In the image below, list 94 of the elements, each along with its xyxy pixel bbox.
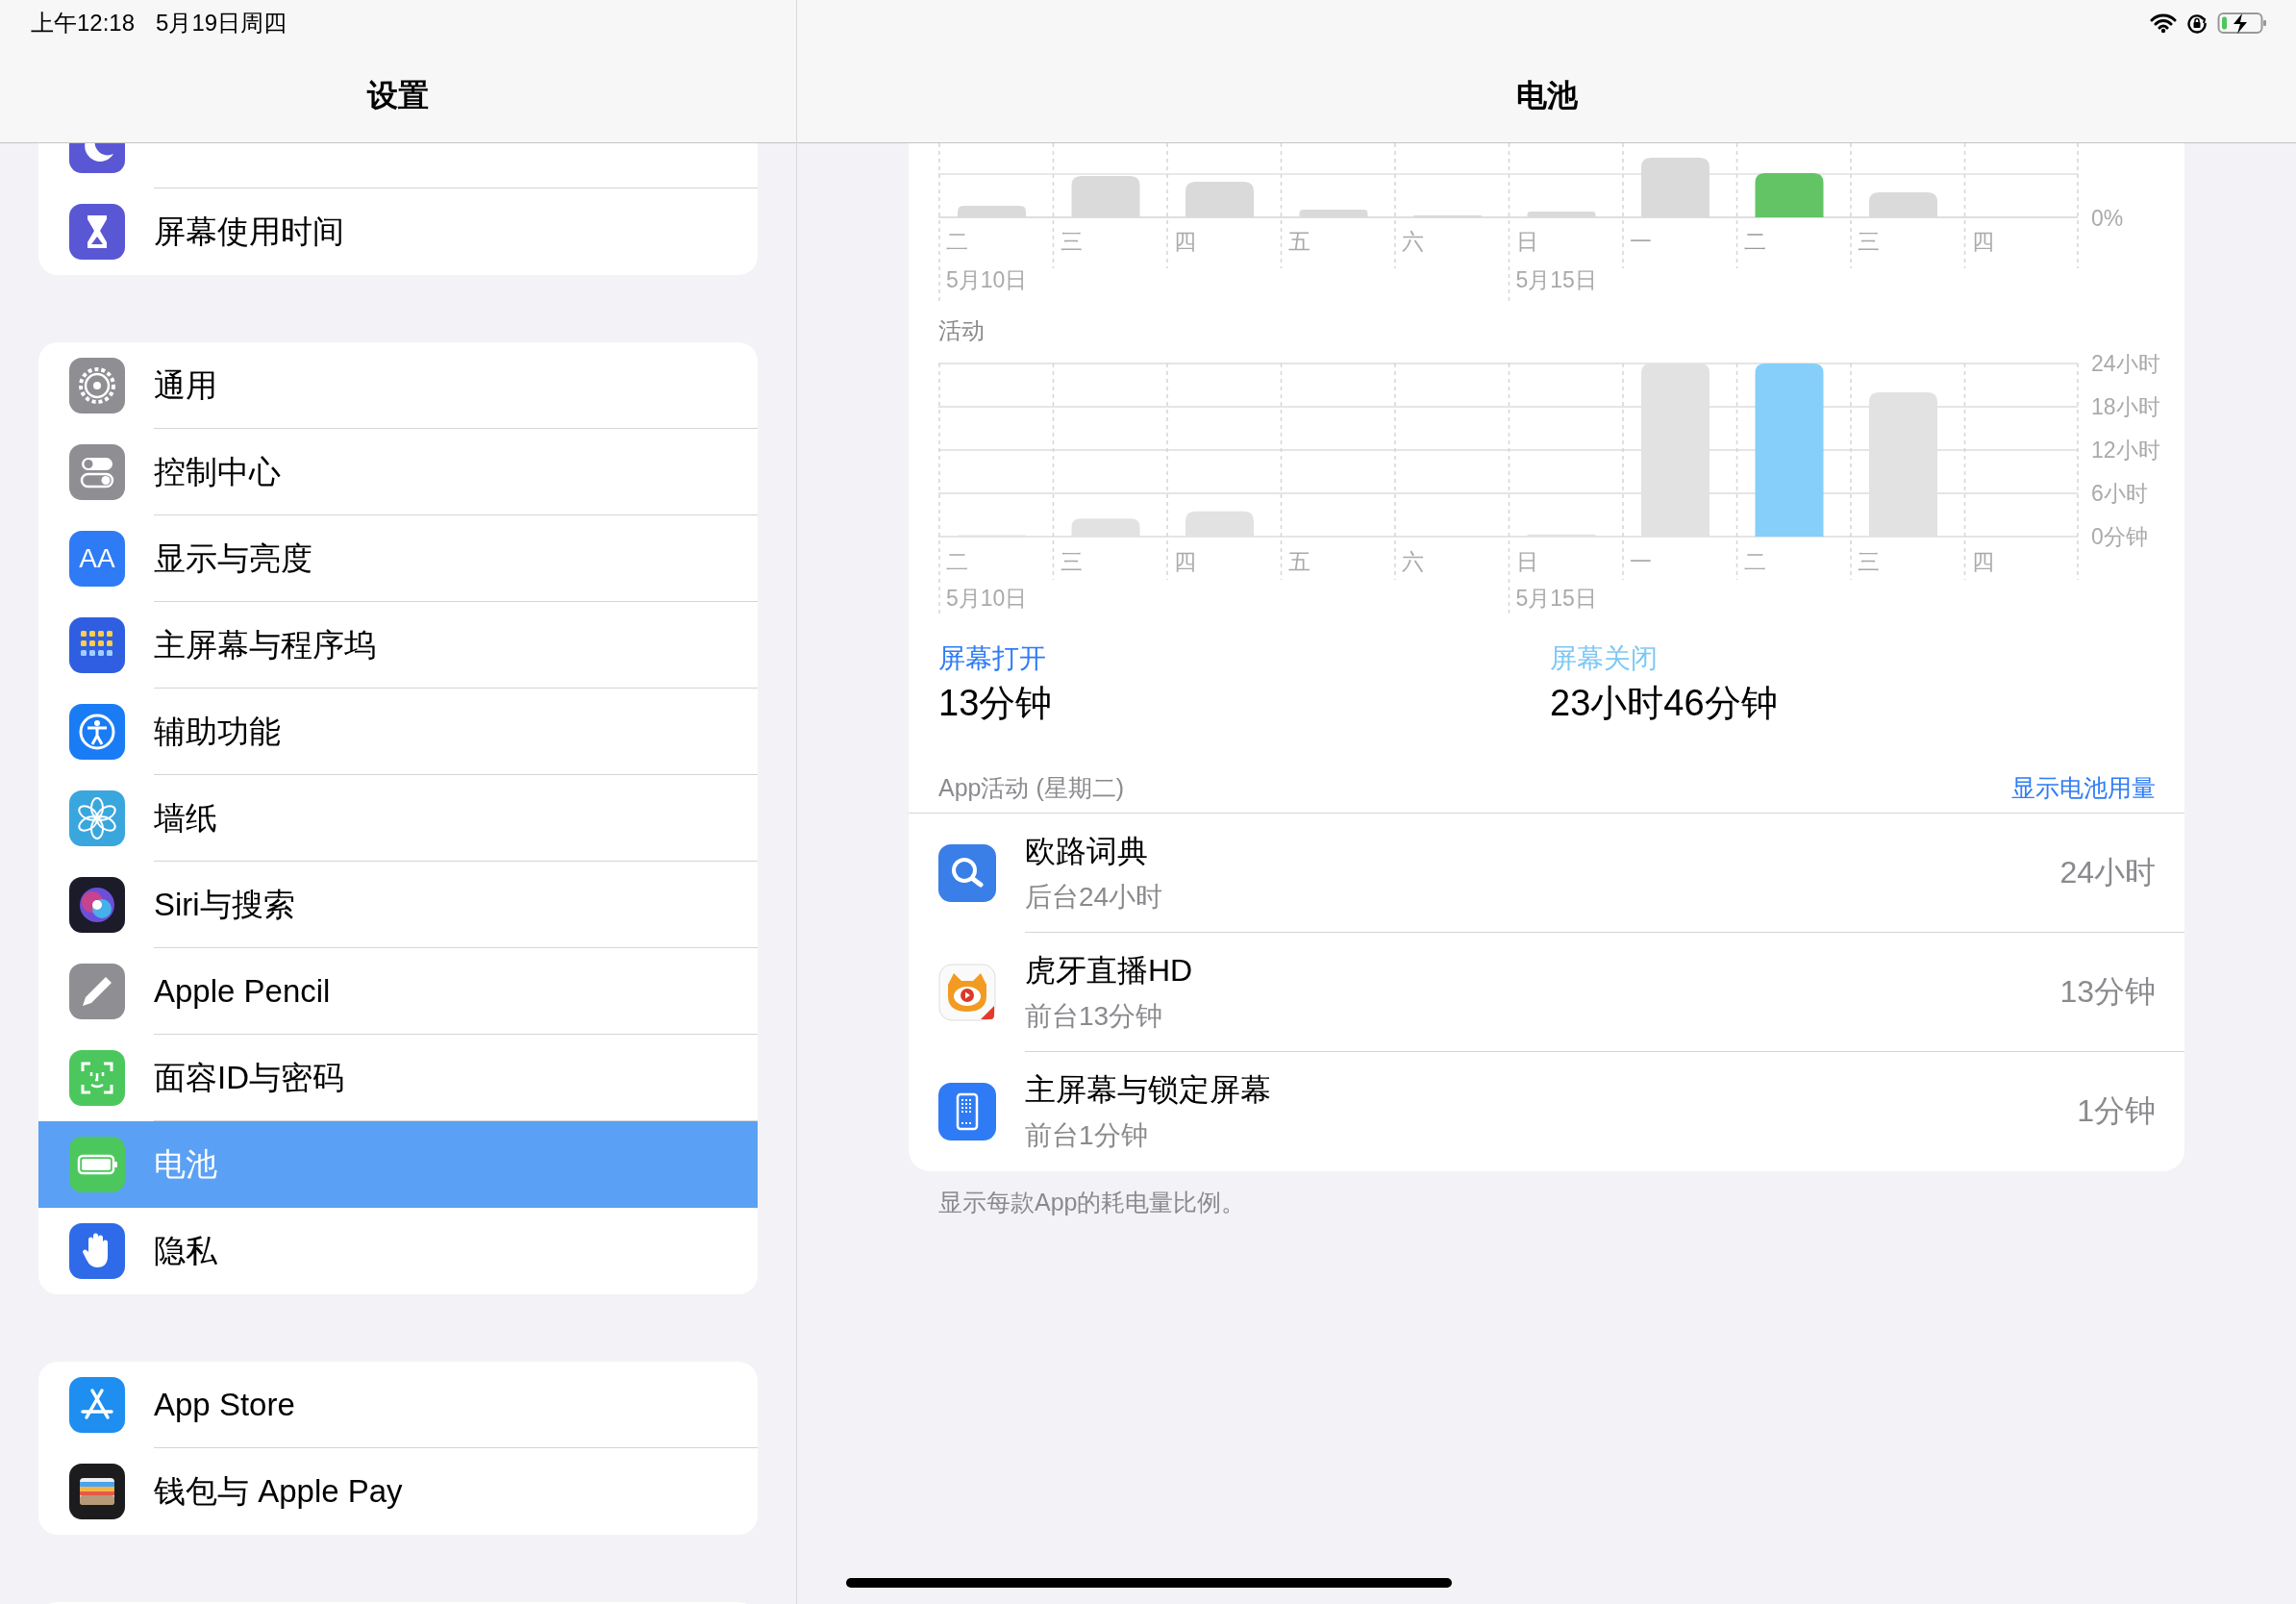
settings-item[interactable]: AA 显示与亮度 (38, 515, 758, 602)
rotation-lock-icon (2186, 13, 2208, 34)
app-usage-detail: 后台24小时 (1025, 880, 1163, 914)
settings-item-label: 电池 (154, 1145, 218, 1184)
tiger-icon (938, 964, 996, 1021)
settings-item[interactable]: 屏幕使用时间 (38, 188, 758, 275)
settings-item[interactable]: 钱包与 Apple Pay (38, 1448, 758, 1535)
section-header: App活动 (星期二) (938, 772, 1125, 803)
flower-icon (69, 790, 125, 846)
app-usage-detail: 前台13分钟 (1025, 999, 1164, 1033)
settings-item-label: 隐私 (154, 1232, 218, 1270)
axis-label: 18小时 (2091, 394, 2160, 419)
axis-label: 一 (1630, 549, 1652, 574)
axis-label: 二 (1743, 229, 1766, 254)
axis-label: 6小时 (2091, 481, 2148, 506)
duration-value: 13分钟 (938, 682, 1054, 725)
hourglass-icon (69, 204, 125, 260)
app-name: 虎牙直播HD (1025, 951, 1193, 990)
chart-title: 活动 (938, 316, 986, 345)
settings-item[interactable]: 控制中心 (38, 429, 758, 515)
axis-label: 二 (1743, 549, 1766, 574)
axis-label: 五 (1287, 229, 1310, 254)
axis-label: 四 (1971, 229, 1994, 254)
text-size-icon: AA (69, 531, 125, 587)
axis-label: 四 (1971, 549, 1994, 574)
legend-label: 屏幕打开 (938, 642, 1047, 675)
show-battery-usage-link[interactable]: 显示电池用量 (2011, 771, 2156, 804)
settings-item[interactable]: Apple Pencil (38, 948, 758, 1035)
axis-label: 二 (946, 229, 968, 254)
axis-label: 三 (1858, 229, 1880, 254)
axis-label: 5月10日 (946, 267, 1028, 292)
axis-label: 三 (1858, 549, 1880, 574)
axis-label: 一 (1630, 229, 1652, 254)
axis-label: 五 (1287, 549, 1310, 574)
axis-label: 三 (1060, 549, 1083, 574)
axis-label: 0% (2091, 206, 2124, 231)
toggle-switches-icon (69, 444, 125, 500)
wifi-icon (2150, 13, 2177, 34)
settings-item-label: 墙纸 (154, 775, 758, 862)
page-title: 电池 (1514, 77, 1579, 114)
legend-label: 屏幕关闭 (1550, 642, 1659, 675)
app-name: 主屏幕与锁定屏幕 (1025, 1071, 1271, 1109)
accessibility-icon (69, 704, 125, 760)
gear-icon (69, 358, 125, 414)
settings-item-label: Siri与搜索 (154, 862, 758, 948)
axis-label: 12小时 (2091, 438, 2160, 463)
settings-item-label: 主屏幕与程序坞 (154, 602, 758, 689)
pencil-icon (69, 964, 125, 1019)
battery-charging-icon (2217, 12, 2267, 35)
settings-item[interactable]: 辅助功能 (38, 689, 758, 775)
settings-item-label: 辅助功能 (154, 689, 758, 775)
settings-item[interactable]: 隐私 (38, 1208, 758, 1294)
settings-item-label: 显示与亮度 (154, 515, 758, 602)
face-scan-icon (69, 1050, 125, 1106)
axis-label: 5月15日 (1515, 586, 1597, 611)
axis-label: 0分钟 (2091, 524, 2148, 549)
settings-item-label: App Store (154, 1362, 758, 1448)
axis-label: 日 (1515, 229, 1538, 254)
axis-label: 六 (1402, 229, 1424, 254)
hand-icon (69, 1223, 125, 1279)
app-grid-icon (69, 617, 125, 673)
app-store-icon (69, 1377, 125, 1433)
axis-label: 六 (1402, 549, 1424, 574)
settings-item-label: Apple Pencil (154, 948, 758, 1035)
settings-item[interactable]: 墙纸 (38, 775, 758, 862)
sidebar-title: 设置 (365, 77, 430, 114)
app-usage-value: 24小时 (2059, 853, 2156, 891)
settings-item[interactable]: 通用 (38, 342, 758, 429)
settings-item-label: 控制中心 (154, 429, 758, 515)
axis-label: 日 (1515, 549, 1538, 574)
app-usage-value: 13分钟 (2059, 972, 2156, 1011)
app-usage-value: 1分钟 (2077, 1092, 2156, 1130)
settings-item-label: 屏幕使用时间 (154, 213, 345, 251)
battery-icon (69, 1137, 125, 1192)
axis-label: 5月15日 (1515, 267, 1597, 292)
settings-item-label: 通用 (154, 342, 758, 429)
orb-icon (69, 877, 125, 933)
phone-screen-icon (938, 1083, 996, 1140)
duration-value: 23小时46分钟 (1550, 682, 1779, 725)
axis-label: 四 (1174, 549, 1196, 574)
settings-item-label: 钱包与 Apple Pay (154, 1472, 404, 1511)
status-date: 5月19日周四 (156, 9, 287, 38)
settings-item[interactable]: App Store (38, 1362, 758, 1448)
axis-label: 四 (1174, 229, 1196, 254)
app-usage-detail: 前台1分钟 (1025, 1119, 1149, 1152)
footnote: 显示每款App的耗电量比例。 (937, 1188, 1247, 1217)
settings-item[interactable]: Siri与搜索 (38, 862, 758, 948)
app-name: 欧路词典 (1025, 832, 1149, 870)
axis-label: 5月10日 (946, 586, 1028, 611)
status-time: 上午12:18 (31, 9, 136, 38)
wallet-icon (69, 1464, 125, 1519)
settings-item[interactable]: 主屏幕与程序坞 (38, 602, 758, 689)
axis-label: 二 (946, 549, 968, 574)
axis-label: 三 (1060, 229, 1083, 254)
